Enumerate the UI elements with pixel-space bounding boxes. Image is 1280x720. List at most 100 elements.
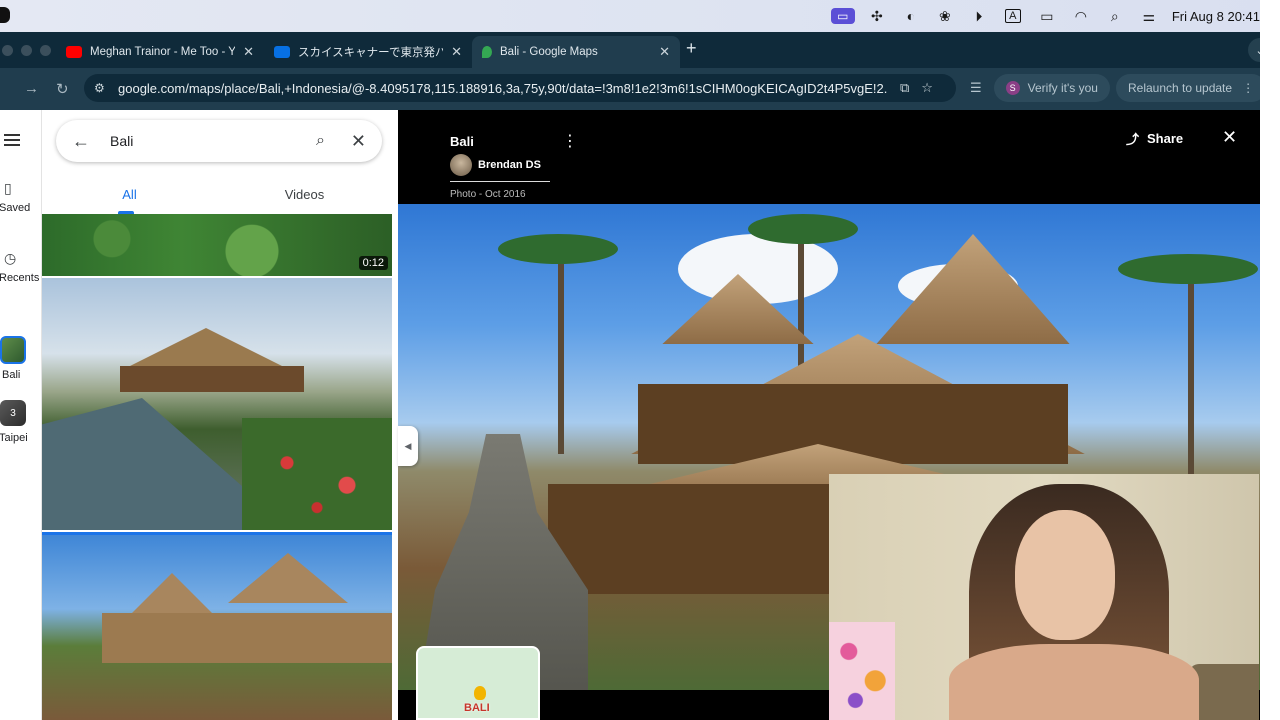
share-icon: ⤴ — [1126, 132, 1140, 147]
search-icon[interactable]: ⌕ — [316, 132, 325, 150]
maps-side-panel: ← Bali ⌕ ✕ All Videos 0:12 — [42, 110, 398, 720]
rail-bali-label: Bali — [2, 369, 21, 381]
minimap-label: BALI — [464, 702, 490, 714]
relaunch-button[interactable]: Relaunch to update ⋮ — [1115, 74, 1267, 102]
hamburger-menu-icon[interactable] — [4, 134, 20, 146]
rail-recents[interactable]: ◷ Recents — [0, 250, 42, 284]
tab-skyscanner[interactable]: スカイスキャナーで東京発バンコク ✕ — [264, 36, 472, 68]
hut-upper-deck — [638, 384, 1068, 464]
rail-saved-label: Saved — [0, 202, 31, 214]
menubar-clock[interactable]: Fri Aug 8 20:41 — [1172, 9, 1260, 24]
hut-roof — [876, 234, 1070, 344]
search-icon[interactable]: ⌕ — [1098, 0, 1132, 32]
reload-icon[interactable]: ↻ — [56, 80, 69, 98]
wall-art — [829, 622, 895, 720]
recent-taipei-thumbnail[interactable]: 3 — [0, 400, 26, 426]
keyboard-input-icon[interactable]: A — [996, 0, 1030, 32]
tab-title: Bali - Google Maps — [500, 46, 598, 58]
rail-taipei[interactable]: Taipei — [0, 432, 42, 444]
minimap[interactable]: BALI — [416, 646, 540, 720]
palm-frond — [748, 214, 858, 244]
more-menu-icon[interactable]: ⋮ — [1242, 81, 1254, 95]
person-face — [1015, 510, 1115, 640]
minimize-window-icon[interactable] — [21, 45, 32, 56]
thatched-roof — [228, 553, 348, 603]
recent-bali-thumbnail[interactable] — [0, 336, 26, 364]
search-box[interactable]: ← Bali ⌕ ✕ — [56, 120, 382, 162]
clear-search-icon[interactable]: ✕ — [351, 131, 366, 152]
history-icon: ◷ — [4, 250, 17, 266]
tab-google-maps[interactable]: Bali - Google Maps ✕ — [472, 36, 680, 68]
close-window-icon[interactable] — [2, 45, 13, 56]
colorsync-icon[interactable]: ❀ — [928, 0, 962, 32]
tab-title: Meghan Trainor - Me Too - Yo — [90, 46, 236, 58]
control-center-icon[interactable]: ⚌ — [1132, 0, 1166, 32]
person-body — [949, 644, 1199, 720]
photo-thumbnail-video[interactable]: 0:12 — [42, 214, 392, 276]
author-name: Brendan DS — [478, 159, 541, 171]
tab-youtube[interactable]: Meghan Trainor - Me Too - Yo ✕ — [56, 36, 264, 68]
browser-tab-strip: Meghan Trainor - Me Too - Yo ✕ スカイスキャナーで… — [0, 32, 1260, 68]
zoom-window-icon[interactable] — [40, 45, 51, 56]
skyscanner-favicon-icon — [274, 46, 290, 58]
rail-saved[interactable]: ▯ Saved — [0, 180, 42, 214]
photo-thumbnail-selected[interactable] — [42, 532, 392, 720]
maps-left-rail: ▯ Saved ◷ Recents Bali 3 Taipei — [0, 110, 42, 720]
apple-icon[interactable] — [0, 7, 10, 23]
wifi-icon[interactable]: ◠ — [1064, 0, 1098, 32]
battery-icon[interactable]: ▭ — [1030, 0, 1064, 32]
author-divider — [450, 181, 550, 182]
photo-thumbnail-canal[interactable] — [42, 278, 392, 530]
back-arrow-icon[interactable]: ← — [72, 131, 90, 152]
maps-favicon-icon — [482, 46, 492, 58]
site-info-icon[interactable]: ⚙ — [94, 81, 110, 95]
viewer-title: Bali — [450, 134, 474, 149]
close-tab-icon[interactable]: ✕ — [243, 44, 254, 60]
relaunch-label: Relaunch to update — [1127, 81, 1233, 95]
macos-menubar: ▭ ✣ ◐ ❀ ⏵ A ▭ ◠ ⌕ ⚌ Fri Aug 8 20:41 — [0, 0, 1280, 32]
video-duration-badge: 0:12 — [358, 256, 388, 270]
address-bar[interactable]: ⚙ google.com/maps/place/Bali,+Indonesia/… — [84, 74, 956, 102]
author-avatar — [450, 154, 472, 176]
share-button[interactable]: ⤴ Share — [1126, 129, 1183, 148]
more-options-icon[interactable]: ⋮ — [562, 134, 578, 150]
play-icon[interactable]: ⏵ — [962, 0, 996, 32]
teams-icon[interactable]: ✣ — [860, 0, 894, 32]
photo-author[interactable]: Brendan DS — [450, 154, 541, 176]
screen-share-icon[interactable]: ▭ — [826, 0, 860, 32]
rail-recents-label: Recents — [0, 272, 40, 284]
collapse-panel-icon[interactable]: ◀ — [398, 426, 418, 466]
toolbar-right: ☰ S Verify it's you Relaunch to update ⋮ — [970, 74, 1267, 102]
building — [120, 366, 304, 392]
bookmark-star-icon[interactable]: ☆ — [921, 80, 933, 96]
url-text[interactable]: google.com/maps/place/Bali,+Indonesia/@-… — [118, 81, 888, 96]
contrast-icon[interactable]: ◐ — [894, 0, 928, 32]
pegman-icon[interactable] — [474, 686, 486, 700]
tab-videos[interactable]: Videos — [217, 180, 392, 214]
thatched-roof — [102, 613, 392, 663]
new-tab-icon[interactable]: + — [686, 38, 697, 59]
photo-tabs: All Videos — [42, 180, 392, 214]
verify-profile-button[interactable]: S Verify it's you — [993, 74, 1110, 102]
search-input[interactable]: Bali — [110, 133, 316, 149]
profile-avatar: S — [1005, 81, 1020, 95]
install-app-icon[interactable]: ⧉ — [900, 80, 909, 96]
palm-trunk — [1188, 264, 1194, 484]
rail-taipei-label: Taipei — [0, 432, 28, 444]
page-scrollbar[interactable] — [1260, 0, 1280, 720]
thatched-roof — [126, 328, 286, 368]
palm-trunk — [558, 254, 564, 454]
close-tab-icon[interactable]: ✕ — [659, 44, 670, 60]
close-viewer-icon[interactable]: ✕ — [1222, 127, 1237, 148]
bookmark-icon: ▯ — [4, 180, 12, 196]
window-traffic-lights — [2, 45, 51, 56]
reading-list-icon[interactable]: ☰ — [970, 80, 982, 96]
verify-label: Verify it's you — [1027, 81, 1098, 95]
palm-frond — [498, 234, 618, 264]
tab-all[interactable]: All — [42, 180, 217, 214]
rail-bali[interactable]: Bali — [0, 369, 42, 381]
flower-bed — [242, 418, 392, 530]
forward-arrow-icon[interactable]: → — [24, 80, 39, 97]
thatched-roof — [132, 573, 212, 613]
close-tab-icon[interactable]: ✕ — [451, 44, 462, 60]
